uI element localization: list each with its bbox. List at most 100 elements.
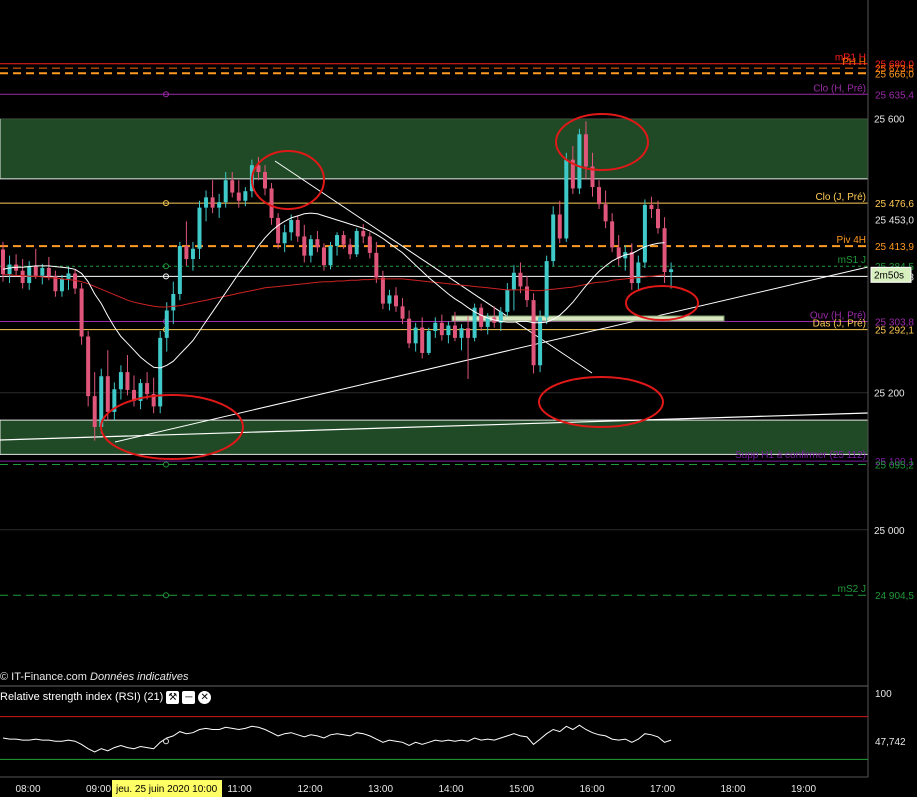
candle-body-31 xyxy=(204,197,209,208)
price-tag-text: 2m50s xyxy=(874,270,904,281)
candle-body-61 xyxy=(400,306,405,319)
y-tick-label-1: 25 200 xyxy=(874,389,905,400)
wrench-icon[interactable]: ⚒ xyxy=(166,690,180,704)
candle-body-56 xyxy=(367,236,372,253)
candle-body-102 xyxy=(669,269,674,273)
candle-body-26 xyxy=(171,294,176,311)
candle-body-43 xyxy=(282,232,287,244)
price-axis: 25 60025 20025 00025 680,025 673,525 666… xyxy=(867,0,914,777)
trend-line-falling xyxy=(274,160,593,374)
candle-body-29 xyxy=(190,248,195,260)
candle-body-25 xyxy=(164,310,169,338)
candle-body-35 xyxy=(230,180,235,193)
x-tick-label-8: 17:00 xyxy=(650,784,675,795)
level-value-4: 25 476,6 xyxy=(875,199,914,210)
candle-body-73 xyxy=(479,307,484,327)
candle-body-28 xyxy=(184,246,189,260)
candle-body-7 xyxy=(46,267,51,277)
watermark-source: © IT-Finance.com xyxy=(0,671,87,683)
candle-body-97 xyxy=(636,262,641,284)
candle-body-45 xyxy=(295,219,300,237)
candle-body-53 xyxy=(348,244,353,255)
candle-body-3 xyxy=(20,270,25,284)
candle-body-80 xyxy=(525,286,529,301)
level-value-2: 25 666,0 xyxy=(875,69,914,80)
level-label-3: Clo (H, Pré) xyxy=(813,83,866,94)
level-label-13: mS2 J xyxy=(838,584,866,595)
x-tick-label-0: 08:00 xyxy=(15,784,40,795)
x-tick-label-7: 16:00 xyxy=(579,784,604,795)
candle-body-62 xyxy=(407,318,412,344)
candle-body-65 xyxy=(426,331,431,353)
close-icon[interactable]: ✕ xyxy=(198,690,212,704)
rsi-title: Relative strength index (RSI) (21) xyxy=(0,691,164,703)
candle-body-85 xyxy=(557,214,562,239)
candle-body-22 xyxy=(145,383,150,395)
candle-body-68 xyxy=(446,325,451,336)
candle-body-40 xyxy=(263,172,267,189)
candle-body-50 xyxy=(328,246,333,266)
trend-line-rising xyxy=(114,266,869,443)
candle-body-88 xyxy=(577,134,582,189)
rsi-marker xyxy=(163,738,169,745)
candle-body-42 xyxy=(276,217,281,244)
candle-body-82 xyxy=(538,317,543,366)
candle-body-33 xyxy=(217,202,222,208)
level-label-4: Clo (J, Pré) xyxy=(815,192,866,203)
candle-body-52 xyxy=(341,235,346,245)
candle-body-48 xyxy=(315,239,320,248)
annotation-ellipse-3 xyxy=(538,376,664,428)
candle-body-59 xyxy=(387,295,392,304)
candle-body-93 xyxy=(610,221,615,248)
candle-body-69 xyxy=(452,325,457,338)
candle-body-92 xyxy=(603,204,608,222)
candle-body-14 xyxy=(92,396,97,427)
candle-body-47 xyxy=(308,239,313,256)
candle-body-86 xyxy=(564,159,569,239)
x-tick-label-10: 19:00 xyxy=(791,784,816,795)
candle-body-81 xyxy=(531,300,536,366)
watermark: © IT-Finance.com Données indicatives xyxy=(0,671,188,683)
candle-body-10 xyxy=(66,273,71,279)
candle-body-36 xyxy=(236,192,241,201)
x-tick-label-5: 14:00 xyxy=(438,784,463,795)
candle-body-46 xyxy=(302,236,307,256)
candle-body-37 xyxy=(243,191,248,201)
y-tick-label-2: 25 000 xyxy=(874,526,905,537)
candle-body-1 xyxy=(7,264,12,275)
x-tick-label-3: 12:00 xyxy=(297,784,322,795)
x-tick-label-9: 18:00 xyxy=(720,784,745,795)
candle-body-71 xyxy=(466,328,471,338)
candle-body-100 xyxy=(656,209,660,229)
rsi-line xyxy=(2,724,672,753)
level-label-10: Das (J, Pré) xyxy=(813,319,866,330)
candle-body-4 xyxy=(27,265,32,284)
level-value-13: 24 904,5 xyxy=(875,591,914,602)
candle-body-99 xyxy=(649,204,654,210)
candle-body-32 xyxy=(210,197,215,208)
time-axis: 08:00 09:00 11:00 12:00 13:00 14:00 15:00 16:00… xyxy=(0,776,868,797)
candle-body-12 xyxy=(79,288,84,337)
level-label-11: Supp H1 à confirmer (25 112) xyxy=(735,450,866,461)
level-value-10: 25 292,1 xyxy=(875,326,914,337)
level-label-6: Piv 4H xyxy=(837,235,866,246)
candle-body-34 xyxy=(223,180,228,203)
candle-body-63 xyxy=(413,327,418,344)
level-marker-12 xyxy=(163,461,169,468)
minimize-icon[interactable]: ─ xyxy=(182,690,196,704)
candle-body-77 xyxy=(505,289,510,312)
candle-body-27 xyxy=(177,246,182,294)
candle-body-57 xyxy=(374,252,379,278)
candle-body-66 xyxy=(433,322,438,332)
level-value-6: 25 413,9 xyxy=(875,242,914,253)
candle-body-89 xyxy=(583,134,588,167)
level-marker-13 xyxy=(163,592,169,599)
sma100-line xyxy=(3,274,665,308)
candle-body-51 xyxy=(335,235,340,247)
y-tick-label-0: 25 600 xyxy=(874,115,905,126)
candle-body-54 xyxy=(354,230,359,255)
support-resistance-zones xyxy=(0,118,869,455)
candle-body-30 xyxy=(197,207,202,249)
x-tick-label-1: 09:00 xyxy=(86,784,111,795)
candle-body-16 xyxy=(105,376,110,412)
